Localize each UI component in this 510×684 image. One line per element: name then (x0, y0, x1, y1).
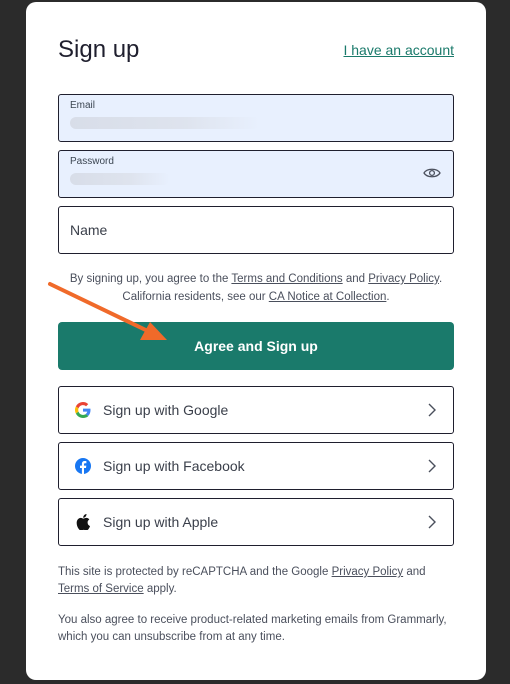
terms-text: By signing up, you agree to the Terms an… (58, 270, 454, 306)
eye-icon[interactable] (423, 166, 441, 180)
apple-icon (75, 514, 91, 530)
privacy-link[interactable]: Privacy Policy (368, 273, 439, 285)
recaptcha-and-text: and (403, 566, 426, 578)
recaptcha-pre-text: This site is protected by reCAPTCHA and … (58, 566, 332, 578)
google-signup-button[interactable]: Sign up with Google (58, 386, 454, 434)
facebook-icon (75, 458, 91, 474)
have-account-link[interactable]: I have an account (343, 42, 454, 58)
ca-notice-link[interactable]: CA Notice at Collection (269, 291, 387, 303)
google-privacy-link[interactable]: Privacy Policy (332, 566, 404, 578)
password-field[interactable]: Password (58, 150, 454, 198)
terms-and-text: and (342, 273, 369, 285)
password-label: Password (70, 156, 114, 167)
password-value-redacted (70, 173, 170, 185)
header: Sign up I have an account (58, 36, 454, 64)
google-icon (75, 402, 91, 418)
agree-signup-button[interactable]: Agree and Sign up (58, 322, 454, 370)
facebook-signup-button[interactable]: Sign up with Facebook (58, 442, 454, 490)
email-value-redacted (70, 117, 260, 129)
signup-card: Sign up I have an account Email Password… (26, 2, 486, 680)
ca-pre-text: California residents, see our (122, 291, 269, 303)
chevron-right-icon (428, 403, 436, 417)
google-signup-label: Sign up with Google (103, 402, 229, 418)
google-tos-link[interactable]: Terms of Service (58, 583, 144, 595)
marketing-notice: You also agree to receive product-relate… (58, 614, 447, 643)
page-title: Sign up (58, 36, 140, 63)
chevron-right-icon (428, 515, 436, 529)
terms-dot: . (438, 273, 443, 285)
chevron-right-icon (428, 459, 436, 473)
email-field[interactable]: Email (58, 94, 454, 142)
ca-dot: . (386, 291, 390, 303)
name-field[interactable]: Name (58, 206, 454, 254)
terms-pre-text: By signing up, you agree to the (69, 273, 232, 285)
recaptcha-apply-text: apply. (143, 583, 177, 595)
facebook-signup-label: Sign up with Facebook (103, 458, 245, 474)
recaptcha-notice: This site is protected by reCAPTCHA and … (58, 564, 454, 598)
terms-link[interactable]: Terms and Conditions (231, 273, 342, 285)
apple-signup-label: Sign up with Apple (103, 514, 219, 530)
apple-signup-button[interactable]: Sign up with Apple (58, 498, 454, 546)
email-label: Email (70, 100, 96, 111)
name-placeholder: Name (70, 222, 108, 238)
